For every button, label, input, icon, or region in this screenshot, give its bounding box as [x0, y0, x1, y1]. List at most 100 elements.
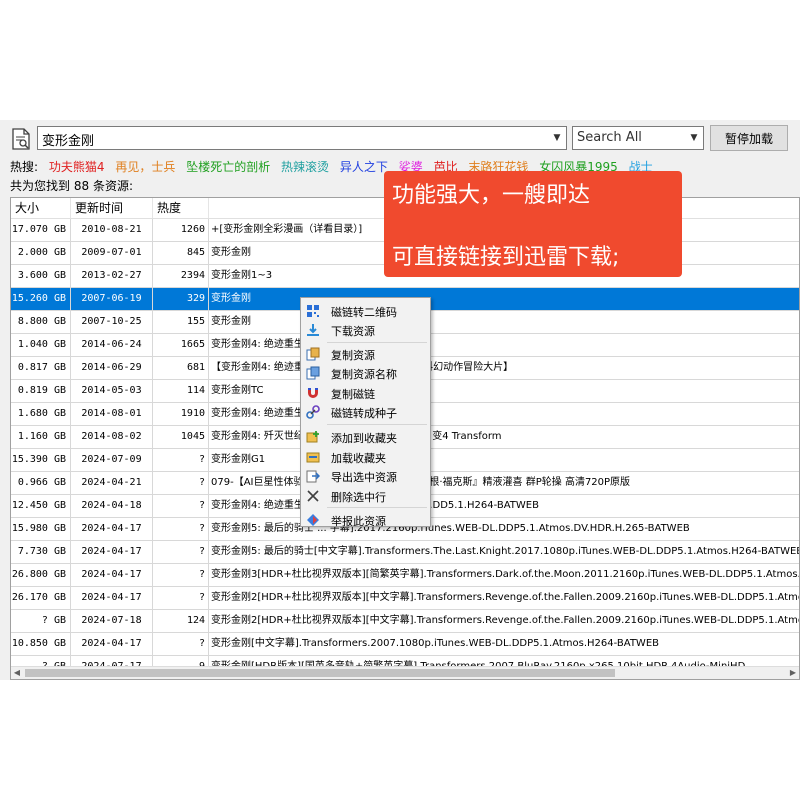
cell-date: 2009-07-01 — [71, 242, 153, 264]
context-menu-item[interactable]: 删除选中行 — [303, 486, 428, 506]
cell-date: 2007-06-19 — [71, 288, 153, 310]
cell-title: 变形金刚G1 — [211, 454, 266, 465]
cell-size: 12.450 GB — [11, 495, 71, 517]
column-header-size[interactable]: 大小 — [11, 198, 71, 218]
menu-separator — [327, 424, 427, 425]
search-scope-value: Search All — [577, 130, 642, 145]
context-menu-item[interactable]: 加载收藏夹 — [303, 447, 428, 467]
scroll-right-icon[interactable]: ▶ — [787, 667, 799, 679]
cell-title: 变形金刚5: 最后的骑士[中文字幕].Transformers.The.Last… — [211, 546, 800, 557]
cell-heat: 114 — [153, 380, 209, 402]
delete-icon — [306, 489, 320, 503]
hot-search-label: 热搜: — [10, 160, 39, 174]
hot-search-item[interactable]: 坠楼死亡的剖析 — [186, 160, 270, 174]
cell-title: 变形金刚4: 歼灭世纪 ... 刚4: 灭绝时代变形金刚4 变4 Transfo… — [211, 431, 502, 442]
menu-separator — [327, 507, 427, 508]
context-menu-item[interactable]: 复制磁链 — [303, 383, 428, 403]
cell-size: 0.819 GB — [11, 380, 71, 402]
cell-heat: 155 — [153, 311, 209, 333]
table-row[interactable]: ? GB 2024-07-18 124 变形金刚2[HDR+杜比视界双版本][中文字幕… — [11, 610, 799, 633]
hot-search-item[interactable]: 异人之下 — [340, 160, 388, 174]
cell-size: 7.730 GB — [11, 541, 71, 563]
context-menu-item[interactable]: 磁链转二维码 — [303, 301, 428, 321]
context-menu-item-label: 添加到收藏夹 — [331, 432, 397, 445]
context-menu-item[interactable]: 复制资源名称 — [303, 363, 428, 383]
context-menu-item-label: 举报此资源 — [331, 515, 386, 528]
cell-heat: 1260 — [153, 219, 209, 241]
result-count: 共为您找到 88 条资源: — [10, 177, 133, 194]
load-favorite-icon — [306, 450, 320, 464]
cell-size: 1.040 GB — [11, 334, 71, 356]
context-menu-item[interactable]: 添加到收藏夹 — [303, 427, 428, 447]
cell-date: 2014-08-01 — [71, 403, 153, 425]
cell-date: 2024-04-17 — [71, 587, 153, 609]
search-input[interactable]: 变形金刚 ▼ — [37, 126, 567, 150]
column-header-date[interactable]: 更新时间 — [71, 198, 153, 218]
cell-date: 2024-04-17 — [71, 633, 153, 655]
cell-size: 0.817 GB — [11, 357, 71, 379]
cell-title: 079-【AI巨星性体验】 ... 《变形金刚》女神『梅根·福克斯』精液灌喜 群… — [211, 477, 631, 488]
context-menu-item-label: 下载资源 — [331, 325, 375, 338]
table-row[interactable]: 10.850 GB 2024-04-17? 变形金刚[中文字幕].Transform… — [11, 633, 799, 656]
cell-title: 变形金刚5: 最后的骑士 ... 字幕].2017.2160p.iTunes.W… — [211, 523, 690, 534]
cell-date: 2014-06-29 — [71, 357, 153, 379]
cell-date: 2014-06-24 — [71, 334, 153, 356]
context-menu-item[interactable]: 举报此资源 — [303, 510, 428, 530]
pause-loading-button[interactable]: 暂停加载 — [710, 125, 788, 151]
context-menu-item-label: 删除选中行 — [331, 491, 386, 504]
document-search-icon[interactable] — [10, 128, 32, 150]
promo-overlay: 功能强大，一艘即达 可直接链接到迅雷下载; — [384, 171, 682, 277]
table-row[interactable]: 26.170 GB 2024-04-17? 变形金刚2[HDR+杜比视界双版本][中… — [11, 587, 799, 610]
hot-search-item[interactable]: 再见，士兵 — [115, 160, 175, 174]
copy-name-icon — [306, 366, 320, 380]
context-menu-item[interactable]: 下载资源 — [303, 320, 428, 340]
context-menu-item[interactable]: 磁链转成种子 — [303, 402, 428, 422]
cell-heat: 681 — [153, 357, 209, 379]
cell-size: ? GB — [11, 610, 71, 632]
cell-date: 2024-04-18 — [71, 495, 153, 517]
result-count-number: 88 — [73, 179, 90, 193]
context-menu-item[interactable]: 复制资源 — [303, 344, 428, 364]
search-scope-select[interactable]: Search All ▼ — [572, 126, 704, 150]
search-input-value: 变形金刚 — [42, 134, 95, 149]
cell-heat: 845 — [153, 242, 209, 264]
column-header-heat[interactable]: 热度 — [153, 198, 209, 218]
cell-date: 2014-05-03 — [71, 380, 153, 402]
cell-size: 2.000 GB — [11, 242, 71, 264]
cell-date: 2024-07-09 — [71, 449, 153, 471]
chevron-down-icon[interactable]: ▼ — [548, 127, 566, 149]
cell-size: 26.170 GB — [11, 587, 71, 609]
cell-date: 2007-10-25 — [71, 311, 153, 333]
cell-date: 2024-04-21 — [71, 472, 153, 494]
cell-heat: ? — [153, 633, 209, 655]
cell-size: 10.850 GB — [11, 633, 71, 655]
magnet-icon — [306, 386, 320, 400]
cell-heat: 329 — [153, 288, 209, 310]
cell-size: 1.680 GB — [11, 403, 71, 425]
menu-separator — [327, 342, 427, 343]
cell-heat: 1910 — [153, 403, 209, 425]
cell-title: 变形金刚4: 绝迹重生 ... 1080p.iTunes.WEB-DL.DD5.… — [211, 500, 539, 511]
table-row[interactable]: 26.800 GB 2024-04-17? 变形金刚3[HDR+杜比视界双版本][简… — [11, 564, 799, 587]
cell-heat: ? — [153, 495, 209, 517]
cell-title: 变形金刚 — [211, 293, 251, 304]
cell-size: 15.980 GB — [11, 518, 71, 540]
chevron-down-icon[interactable]: ▼ — [685, 127, 703, 149]
context-menu-item[interactable]: 导出选中资源 — [303, 466, 428, 486]
cell-title: 【变形金刚4: 绝迹重生 ... -RMVB】【2014美国科幻动作冒险大片】 — [211, 362, 513, 373]
promo-line-1: 功能强大，一艘即达 — [392, 183, 591, 208]
hot-search-item[interactable]: 功夫熊猫4 — [49, 160, 105, 174]
hot-search-item[interactable]: 热辣滚烫 — [281, 160, 329, 174]
horizontal-scrollbar[interactable]: ◀ ▶ — [11, 666, 799, 679]
context-menu-item-label: 磁链转二维码 — [331, 306, 397, 319]
context-menu-item-label: 复制磁链 — [331, 388, 375, 401]
cell-size: 8.800 GB — [11, 311, 71, 333]
cell-title: 变形金刚 — [211, 316, 251, 327]
copy-icon — [306, 347, 320, 361]
cell-size: 0.966 GB — [11, 472, 71, 494]
table-row[interactable]: 7.730 GB 2024-04-17? 变形金刚5: 最后的骑士[中文字幕].Tr… — [11, 541, 800, 564]
scrollbar-thumb[interactable] — [25, 669, 615, 677]
cell-date: 2024-07-18 — [71, 610, 153, 632]
export-icon — [306, 469, 321, 483]
scroll-left-icon[interactable]: ◀ — [11, 667, 23, 679]
